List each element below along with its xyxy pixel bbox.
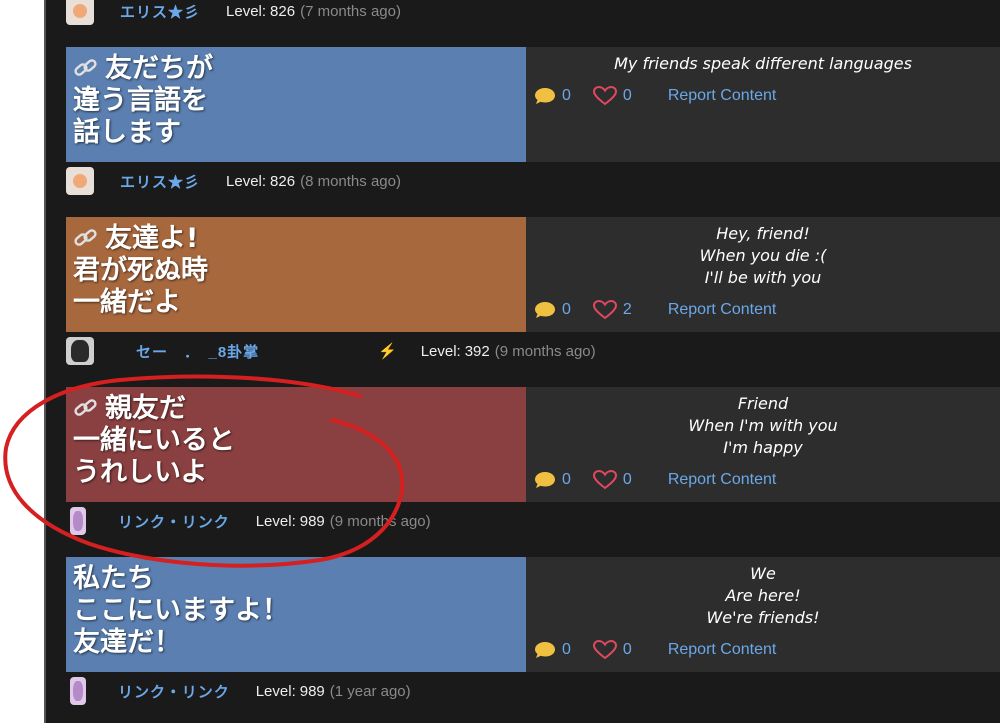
- japanese-line: 話します: [73, 117, 181, 148]
- level-label: Level:: [255, 682, 296, 700]
- user-avatar[interactable]: [70, 677, 86, 705]
- post-author-row: エリス★彡 Level: 826 (8 months ago): [66, 165, 766, 197]
- comment-icon[interactable]: [534, 87, 556, 105]
- like-count: 2: [622, 301, 632, 318]
- post-author-row: セー ． _8卦掌 ⚡ Level: 392 (9 months ago): [66, 335, 766, 367]
- report-content-link[interactable]: Report Content: [668, 301, 777, 319]
- level-value: 826: [270, 2, 296, 20]
- time-ago: (1 year ago): [329, 682, 411, 700]
- level-label: Level:: [226, 172, 267, 190]
- japanese-line: ここにいますよ！: [73, 595, 289, 626]
- post-author-row: エリス★彡 Level: 826 (7 months ago): [66, 0, 766, 27]
- user-name[interactable]: リンク・リンク: [118, 511, 230, 532]
- post-card: 友達よ! 君が死ぬ時 一緒だよ Hey, friend! When you di…: [66, 217, 1000, 332]
- like-count: 0: [622, 471, 632, 488]
- user-name[interactable]: エリス★彡: [120, 1, 200, 22]
- report-content-link[interactable]: Report Content: [668, 471, 777, 489]
- user-avatar[interactable]: [66, 0, 94, 25]
- translation-panel: We Are here! We're friends! 0 0 Report C…: [526, 557, 1000, 672]
- heart-icon[interactable]: [592, 300, 617, 320]
- post-author-row: リンク・リンク Level: 989 (9 months ago): [66, 505, 766, 537]
- japanese-line: 親友だ: [105, 393, 186, 424]
- translation-line: We're friends!: [706, 608, 820, 627]
- japanese-line: 一緒にいると: [73, 425, 235, 456]
- link-icon[interactable]: [73, 397, 99, 419]
- comment-icon[interactable]: [534, 471, 556, 489]
- comment-count: 0: [562, 471, 571, 488]
- report-content-link[interactable]: Report Content: [668, 641, 777, 659]
- translation-line: When you die :(: [699, 246, 827, 265]
- post-card: 友だちが 違う言語を 話します My friends speak differe…: [66, 47, 1000, 162]
- like-count: 0: [622, 87, 632, 104]
- translation-panel: Friend When I'm with you I'm happy 0 0 R…: [526, 387, 1000, 502]
- translation-line: We: [750, 564, 776, 583]
- translation-line: I'm happy: [723, 438, 803, 457]
- japanese-line: 友達だ！: [73, 627, 181, 658]
- like-count: 0: [622, 641, 632, 658]
- comment-count: 0: [562, 301, 571, 318]
- time-ago: (9 months ago): [329, 512, 431, 530]
- comment-count: 0: [562, 87, 571, 104]
- japanese-line: 一緒だよ: [73, 287, 181, 318]
- japanese-line: 友達よ!: [105, 223, 199, 254]
- level-value: 989: [299, 682, 325, 700]
- time-ago: (7 months ago): [300, 2, 401, 20]
- translation-line: My friends speak different languages: [614, 54, 912, 73]
- translation-line: I'll be with you: [704, 268, 822, 287]
- level-value: 392: [464, 342, 490, 360]
- user-avatar[interactable]: [66, 167, 94, 195]
- translation-line: Hey, friend!: [716, 224, 810, 243]
- heart-icon[interactable]: [592, 470, 617, 490]
- time-ago: (8 months ago): [300, 172, 401, 190]
- user-avatar[interactable]: [66, 337, 94, 365]
- japanese-text-panel[interactable]: 私たち ここにいますよ！ 友達だ！: [66, 557, 526, 672]
- japanese-line: 違う言語を: [73, 85, 208, 116]
- japanese-text-panel[interactable]: 親友だ 一緒にいると うれしいよ: [66, 387, 526, 502]
- link-icon[interactable]: [73, 227, 99, 249]
- heart-icon[interactable]: [592, 86, 617, 106]
- japanese-line: うれしいよ: [73, 457, 208, 488]
- japanese-text-panel[interactable]: 友達よ! 君が死ぬ時 一緒だよ: [66, 217, 526, 332]
- comment-count: 0: [562, 641, 571, 658]
- report-content-link[interactable]: Report Content: [668, 87, 777, 105]
- translation-panel: Hey, friend! When you die :( I'll be wit…: [526, 217, 1000, 332]
- post-card: 親友だ 一緒にいると うれしいよ Friend When I'm with yo…: [66, 387, 1000, 502]
- japanese-line: 君が死ぬ時: [73, 255, 208, 286]
- level-value: 826: [270, 172, 296, 190]
- level-label: Level:: [226, 2, 267, 20]
- user-name[interactable]: エリス★彡: [120, 171, 200, 192]
- user-avatar[interactable]: [70, 507, 86, 535]
- user-name[interactable]: リンク・リンク: [118, 681, 230, 702]
- level-value: 989: [299, 512, 325, 530]
- translation-line: When I'm with you: [688, 416, 838, 435]
- heart-icon[interactable]: [592, 640, 617, 660]
- comment-icon[interactable]: [534, 641, 556, 659]
- japanese-line: 友だちが: [105, 53, 213, 84]
- level-label: Level:: [255, 512, 296, 530]
- translation-line: Friend: [737, 394, 789, 413]
- time-ago: (9 months ago): [494, 342, 596, 360]
- level-label: Level:: [420, 342, 461, 360]
- japanese-line: 私たち: [73, 563, 154, 594]
- comment-icon[interactable]: [534, 301, 556, 319]
- post-card: 私たち ここにいますよ！ 友達だ！ We Are here! We're fri…: [66, 557, 1000, 672]
- japanese-text-panel[interactable]: 友だちが 違う言語を 話します: [66, 47, 526, 162]
- translation-line: Are here!: [725, 586, 801, 605]
- user-name[interactable]: セー ． _8卦掌: [136, 341, 370, 362]
- link-icon[interactable]: [73, 57, 99, 79]
- post-author-row: リンク・リンク Level: 989 (1 year ago): [66, 675, 766, 707]
- lightning-icon: ⚡: [378, 343, 397, 360]
- translation-panel: My friends speak different languages 0 0…: [526, 47, 1000, 162]
